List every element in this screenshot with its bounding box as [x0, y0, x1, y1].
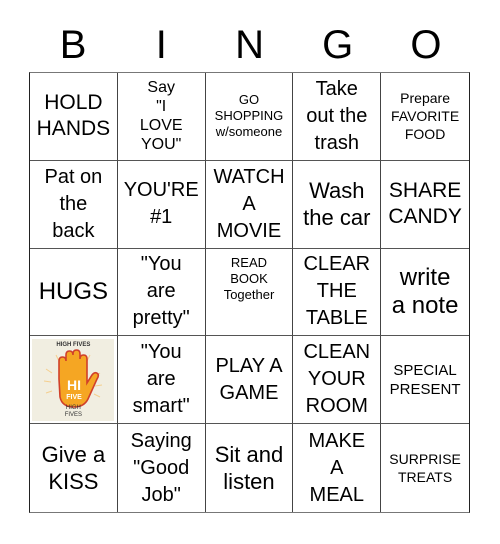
cell-text: CLEAN YOUR ROOM	[303, 341, 371, 418]
bingo-cell[interactable]: HOLD HANDS	[30, 73, 118, 161]
cell-text: READ BOOK Together	[223, 254, 275, 302]
cell-text: write a note	[391, 263, 459, 319]
high-five-image: HIGH FIVES HI FIVE HIGH FIVES	[32, 338, 115, 421]
bingo-cell[interactable]: Saying "Good Job"	[118, 424, 206, 512]
cell-text: SHARE CANDY	[388, 179, 462, 229]
cell-text: HUGS	[38, 277, 109, 305]
bingo-cell[interactable]: MAKE A MEAL	[293, 424, 382, 512]
bingo-cell-image[interactable]: HIGH FIVES HI FIVE HIGH FIVES	[30, 336, 118, 425]
bingo-cell[interactable]: SURPRISE TREATS	[381, 424, 469, 512]
cell-text: WATCH A MOVIE	[213, 165, 285, 242]
bingo-cell[interactable]: WATCH A MOVIE	[205, 160, 294, 249]
bingo-cell[interactable]: Pat on the back	[30, 160, 118, 249]
cell-text: Prepare FAVORITE FOOD	[390, 90, 460, 143]
bingo-cell[interactable]: Give a KISS	[30, 424, 118, 512]
cell-text: SURPRISE TREATS	[389, 451, 461, 486]
cell-text: CLEAR THE TABLE	[303, 253, 371, 330]
bingo-header: B I N G O	[29, 18, 470, 72]
bingo-cell[interactable]: Prepare FAVORITE FOOD	[381, 73, 469, 161]
cell-text: Sit and listen	[214, 442, 284, 495]
cell-text: SPECIAL PRESENT	[389, 361, 461, 398]
cell-text: MAKE A MEAL	[308, 429, 366, 506]
bingo-cell[interactable]: HUGS	[30, 248, 118, 337]
bingo-cell[interactable]: PLAY A GAME	[205, 336, 294, 425]
bingo-cell[interactable]: YOU'RE #1	[117, 160, 206, 249]
cell-text: Saying "Good Job"	[130, 429, 192, 506]
cell-text: HOLD HANDS	[36, 91, 111, 141]
cell-text: PLAY A GAME	[215, 354, 283, 404]
cell-text: "You are pretty"	[132, 253, 190, 330]
header-letter-i: I	[155, 23, 167, 67]
bingo-cell[interactable]: CLEAR THE TABLE	[293, 248, 382, 337]
cell-text: Pat on the back	[44, 165, 103, 242]
hand-text-hi: HI	[67, 377, 81, 393]
cell-text: Wash the car	[303, 178, 371, 231]
bingo-cell[interactable]: READ BOOK Together	[205, 248, 294, 337]
bingo-cell[interactable]: SPECIAL PRESENT	[381, 336, 469, 425]
bingo-cell[interactable]: SHARE CANDY	[381, 161, 469, 249]
bingo-cell[interactable]: "You are pretty"	[117, 248, 206, 337]
header-letter-o: O	[410, 23, 442, 67]
bingo-cell[interactable]: Sit and listen	[206, 424, 294, 512]
image-caption-bottom: HIGH FIVES	[64, 404, 83, 418]
bingo-cell[interactable]: write a note	[381, 249, 469, 337]
cell-text: GO SHOPPING w/someone	[214, 92, 284, 140]
header-letter-g: G	[322, 23, 354, 67]
cell-text: "You are smart"	[132, 341, 190, 418]
bingo-cell[interactable]: CLEAN YOUR ROOM	[293, 336, 382, 425]
cell-text: YOU'RE #1	[123, 179, 199, 229]
bingo-grid: HOLD HANDS Say "I LOVE YOU" GO SHOPPING …	[29, 72, 470, 513]
bingo-cell[interactable]: Take out the trash	[293, 73, 382, 161]
bingo-cell[interactable]: Say "I LOVE YOU"	[117, 73, 206, 161]
header-letter-n: N	[235, 23, 264, 67]
bingo-cell[interactable]: Wash the car	[293, 160, 382, 249]
cell-text: Take out the trash	[306, 77, 368, 154]
bingo-cell[interactable]: GO SHOPPING w/someone	[205, 73, 294, 161]
hand-text-five: FIVE	[67, 394, 83, 401]
cell-text: Say "I LOVE YOU"	[139, 79, 183, 154]
cell-text: Give a KISS	[41, 442, 106, 495]
bingo-cell[interactable]: "You are smart"	[117, 336, 206, 425]
header-letter-b: B	[59, 23, 87, 67]
